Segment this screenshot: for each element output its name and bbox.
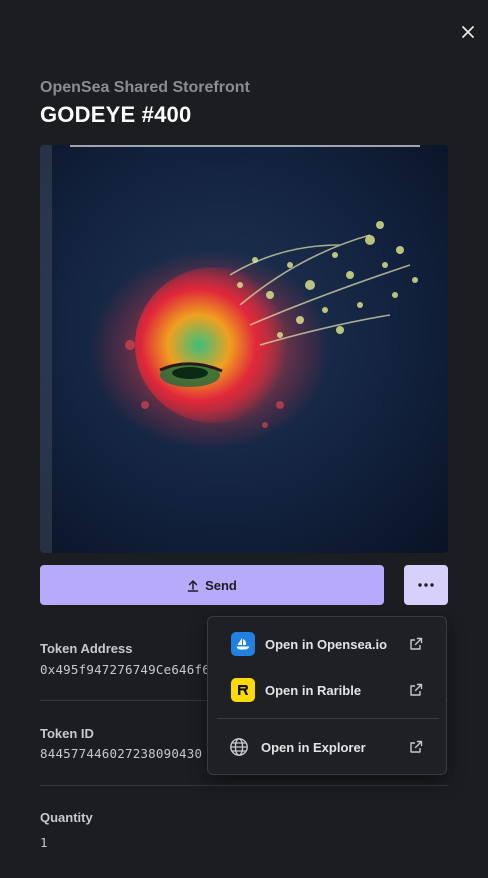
token-id-value: 84457744602723809043​0 <box>40 746 203 761</box>
menu-item-opensea[interactable]: Open in Opensea.io <box>208 626 446 662</box>
globe-icon <box>227 735 251 759</box>
quantity-value: 1 <box>40 835 48 850</box>
nft-detail-modal: OpenSea Shared Storefront GODEYE #400 Se… <box>0 0 488 878</box>
send-button[interactable]: Send <box>40 565 384 605</box>
opensea-icon <box>231 632 255 656</box>
token-id-label: Token ID <box>40 726 94 741</box>
menu-item-label: Open in Opensea.io <box>265 636 388 652</box>
menu-item-label: Open in Explorer <box>261 739 366 755</box>
quantity-label: Quantity <box>40 810 93 825</box>
send-label: Send <box>205 577 237 593</box>
more-options-button[interactable] <box>404 565 448 605</box>
close-button[interactable] <box>458 22 478 42</box>
external-link-icon <box>408 739 424 755</box>
menu-item-rarible[interactable]: Open in Rarible <box>208 672 446 708</box>
external-links-menu: Open in Opensea.io Open in Rarible Open … <box>207 616 447 775</box>
menu-divider <box>217 718 439 719</box>
menu-item-explorer[interactable]: Open in Explorer <box>208 729 446 765</box>
token-address-label: Token Address <box>40 641 133 656</box>
divider <box>40 785 448 786</box>
more-horizontal-icon <box>418 583 434 587</box>
upload-icon <box>187 579 199 592</box>
collection-name: OpenSea Shared Storefront <box>40 79 250 96</box>
token-address-value: 0x495f947276749Ce646f6 <box>40 662 208 677</box>
menu-item-label: Open in Rarible <box>265 682 362 698</box>
external-link-icon <box>408 636 424 652</box>
nft-title: GODEYE #400 <box>40 102 192 127</box>
rarible-icon <box>231 678 255 702</box>
close-icon <box>462 26 474 38</box>
external-link-icon <box>408 682 424 698</box>
nft-artwork <box>40 145 448 553</box>
